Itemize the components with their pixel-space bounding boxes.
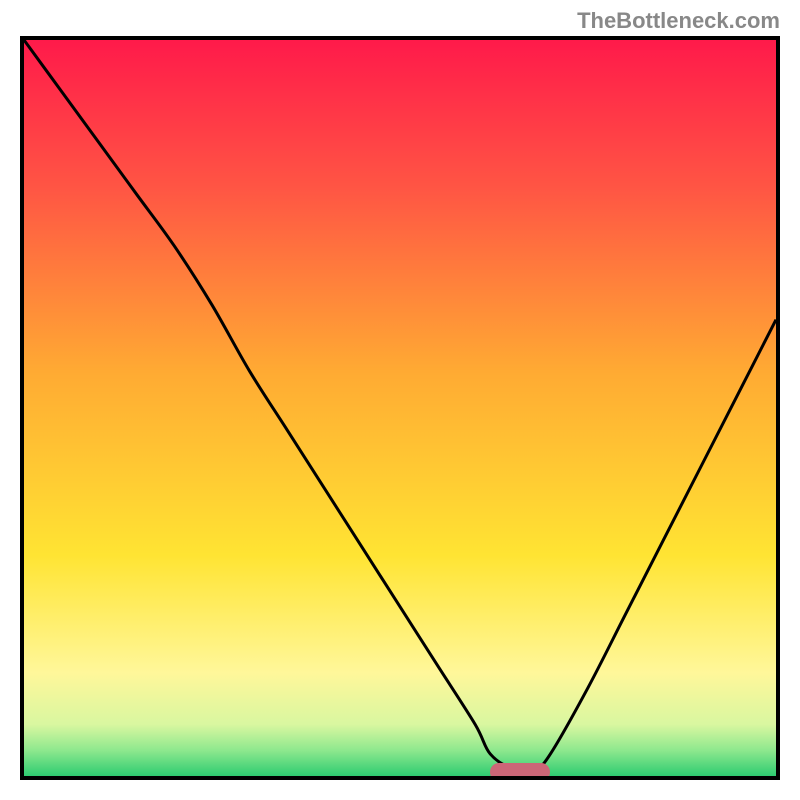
bottleneck-curve — [24, 40, 776, 776]
chart-frame — [20, 36, 780, 780]
watermark-label: TheBottleneck.com — [577, 8, 780, 34]
optimal-zone-marker — [490, 763, 550, 780]
